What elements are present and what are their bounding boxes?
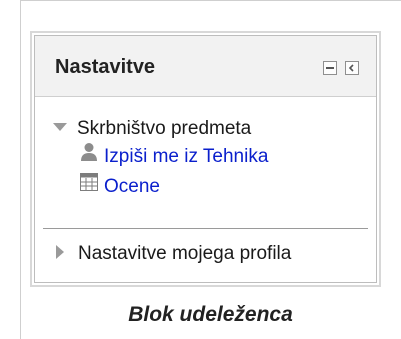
grades-table-icon (80, 172, 98, 197)
figure-caption: Blok udeleženca (128, 303, 293, 326)
tree-item-grades[interactable]: Ocene (80, 172, 160, 198)
tree-node-course-admin[interactable]: Skrbništvo predmeta (53, 118, 251, 140)
settings-block: Nastavitve Skrbništvo predmeta Izpiši me… (30, 31, 381, 287)
tree-item-unenrol[interactable]: Izpiši me iz Tehnika (80, 143, 268, 168)
block-header: Nastavitve (35, 36, 376, 97)
block-title: Nastavitve (55, 56, 156, 78)
settings-block-inner: Nastavitve Skrbništvo predmeta Izpiši me… (34, 35, 377, 283)
tree-node-label: Nastavitve mojega profila (78, 243, 292, 264)
minus-box-icon[interactable] (323, 61, 337, 75)
block-content: Skrbništvo predmeta Izpiši me iz Tehnika (35, 97, 376, 282)
grades-link[interactable]: Ocene (104, 176, 160, 197)
user-icon (80, 142, 98, 168)
dock-left-icon[interactable] (345, 61, 359, 75)
divider (43, 228, 368, 229)
expanded-arrow-icon (53, 123, 67, 132)
tree-node-label: Skrbništvo predmeta (77, 118, 252, 139)
tree-node-profile-settings[interactable]: Nastavitve mojega profila (53, 243, 291, 265)
collapsed-arrow-icon (56, 245, 64, 260)
unenrol-link[interactable]: Izpiši me iz Tehnika (104, 146, 268, 167)
